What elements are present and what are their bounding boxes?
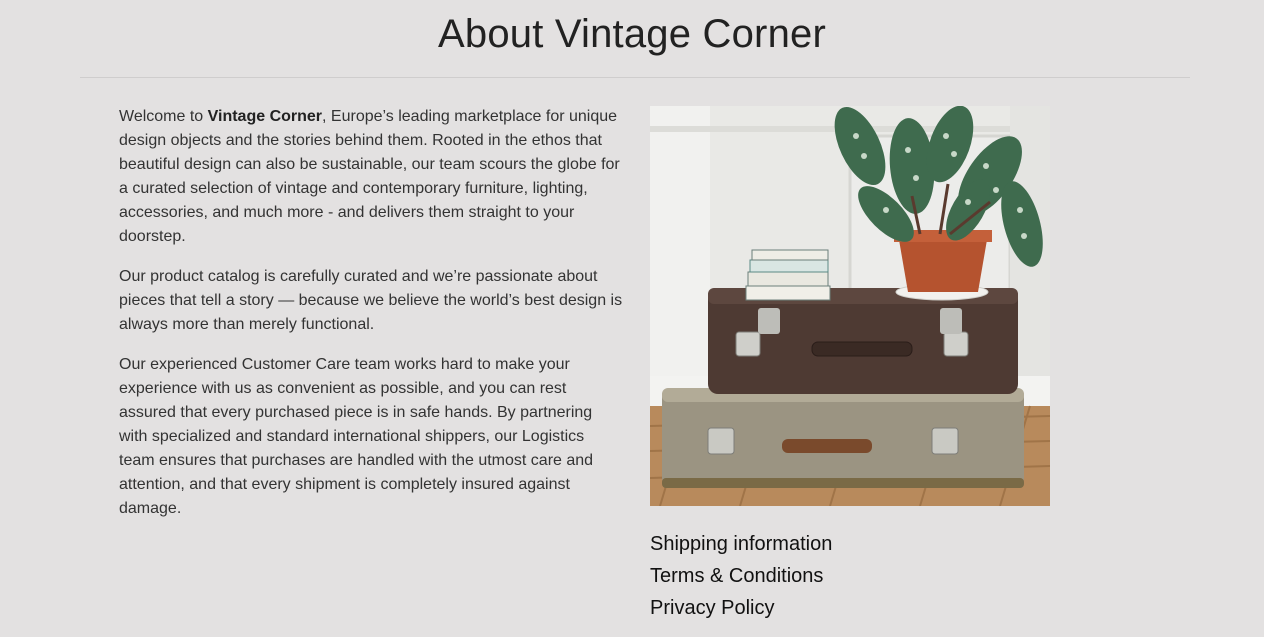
title-divider [80, 77, 1190, 78]
about-paragraph-catalog: Our product catalog is carefully curated… [119, 268, 623, 333]
terms-conditions-link[interactable]: Terms & Conditions [650, 560, 832, 592]
footer-links: Shipping information Terms & Conditions … [650, 528, 832, 624]
shipping-information-link[interactable]: Shipping information [650, 528, 832, 560]
suitcases-plant-photo [650, 106, 1050, 506]
page-title: About Vintage Corner [438, 12, 826, 56]
brand-name: Vintage Corner [207, 108, 323, 125]
intro-suffix: , Europe’s leading marketplace for uniqu… [119, 108, 620, 245]
about-paragraph-customer-care: Our experienced Customer Care team works… [119, 356, 594, 517]
privacy-policy-link[interactable]: Privacy Policy [650, 592, 832, 624]
about-paragraph-intro: Welcome to Vintage Corner, Europe’s lead… [119, 105, 624, 249]
about-text: Welcome to Vintage Corner, Europe’s lead… [119, 105, 624, 537]
intro-prefix: Welcome to [119, 108, 208, 125]
